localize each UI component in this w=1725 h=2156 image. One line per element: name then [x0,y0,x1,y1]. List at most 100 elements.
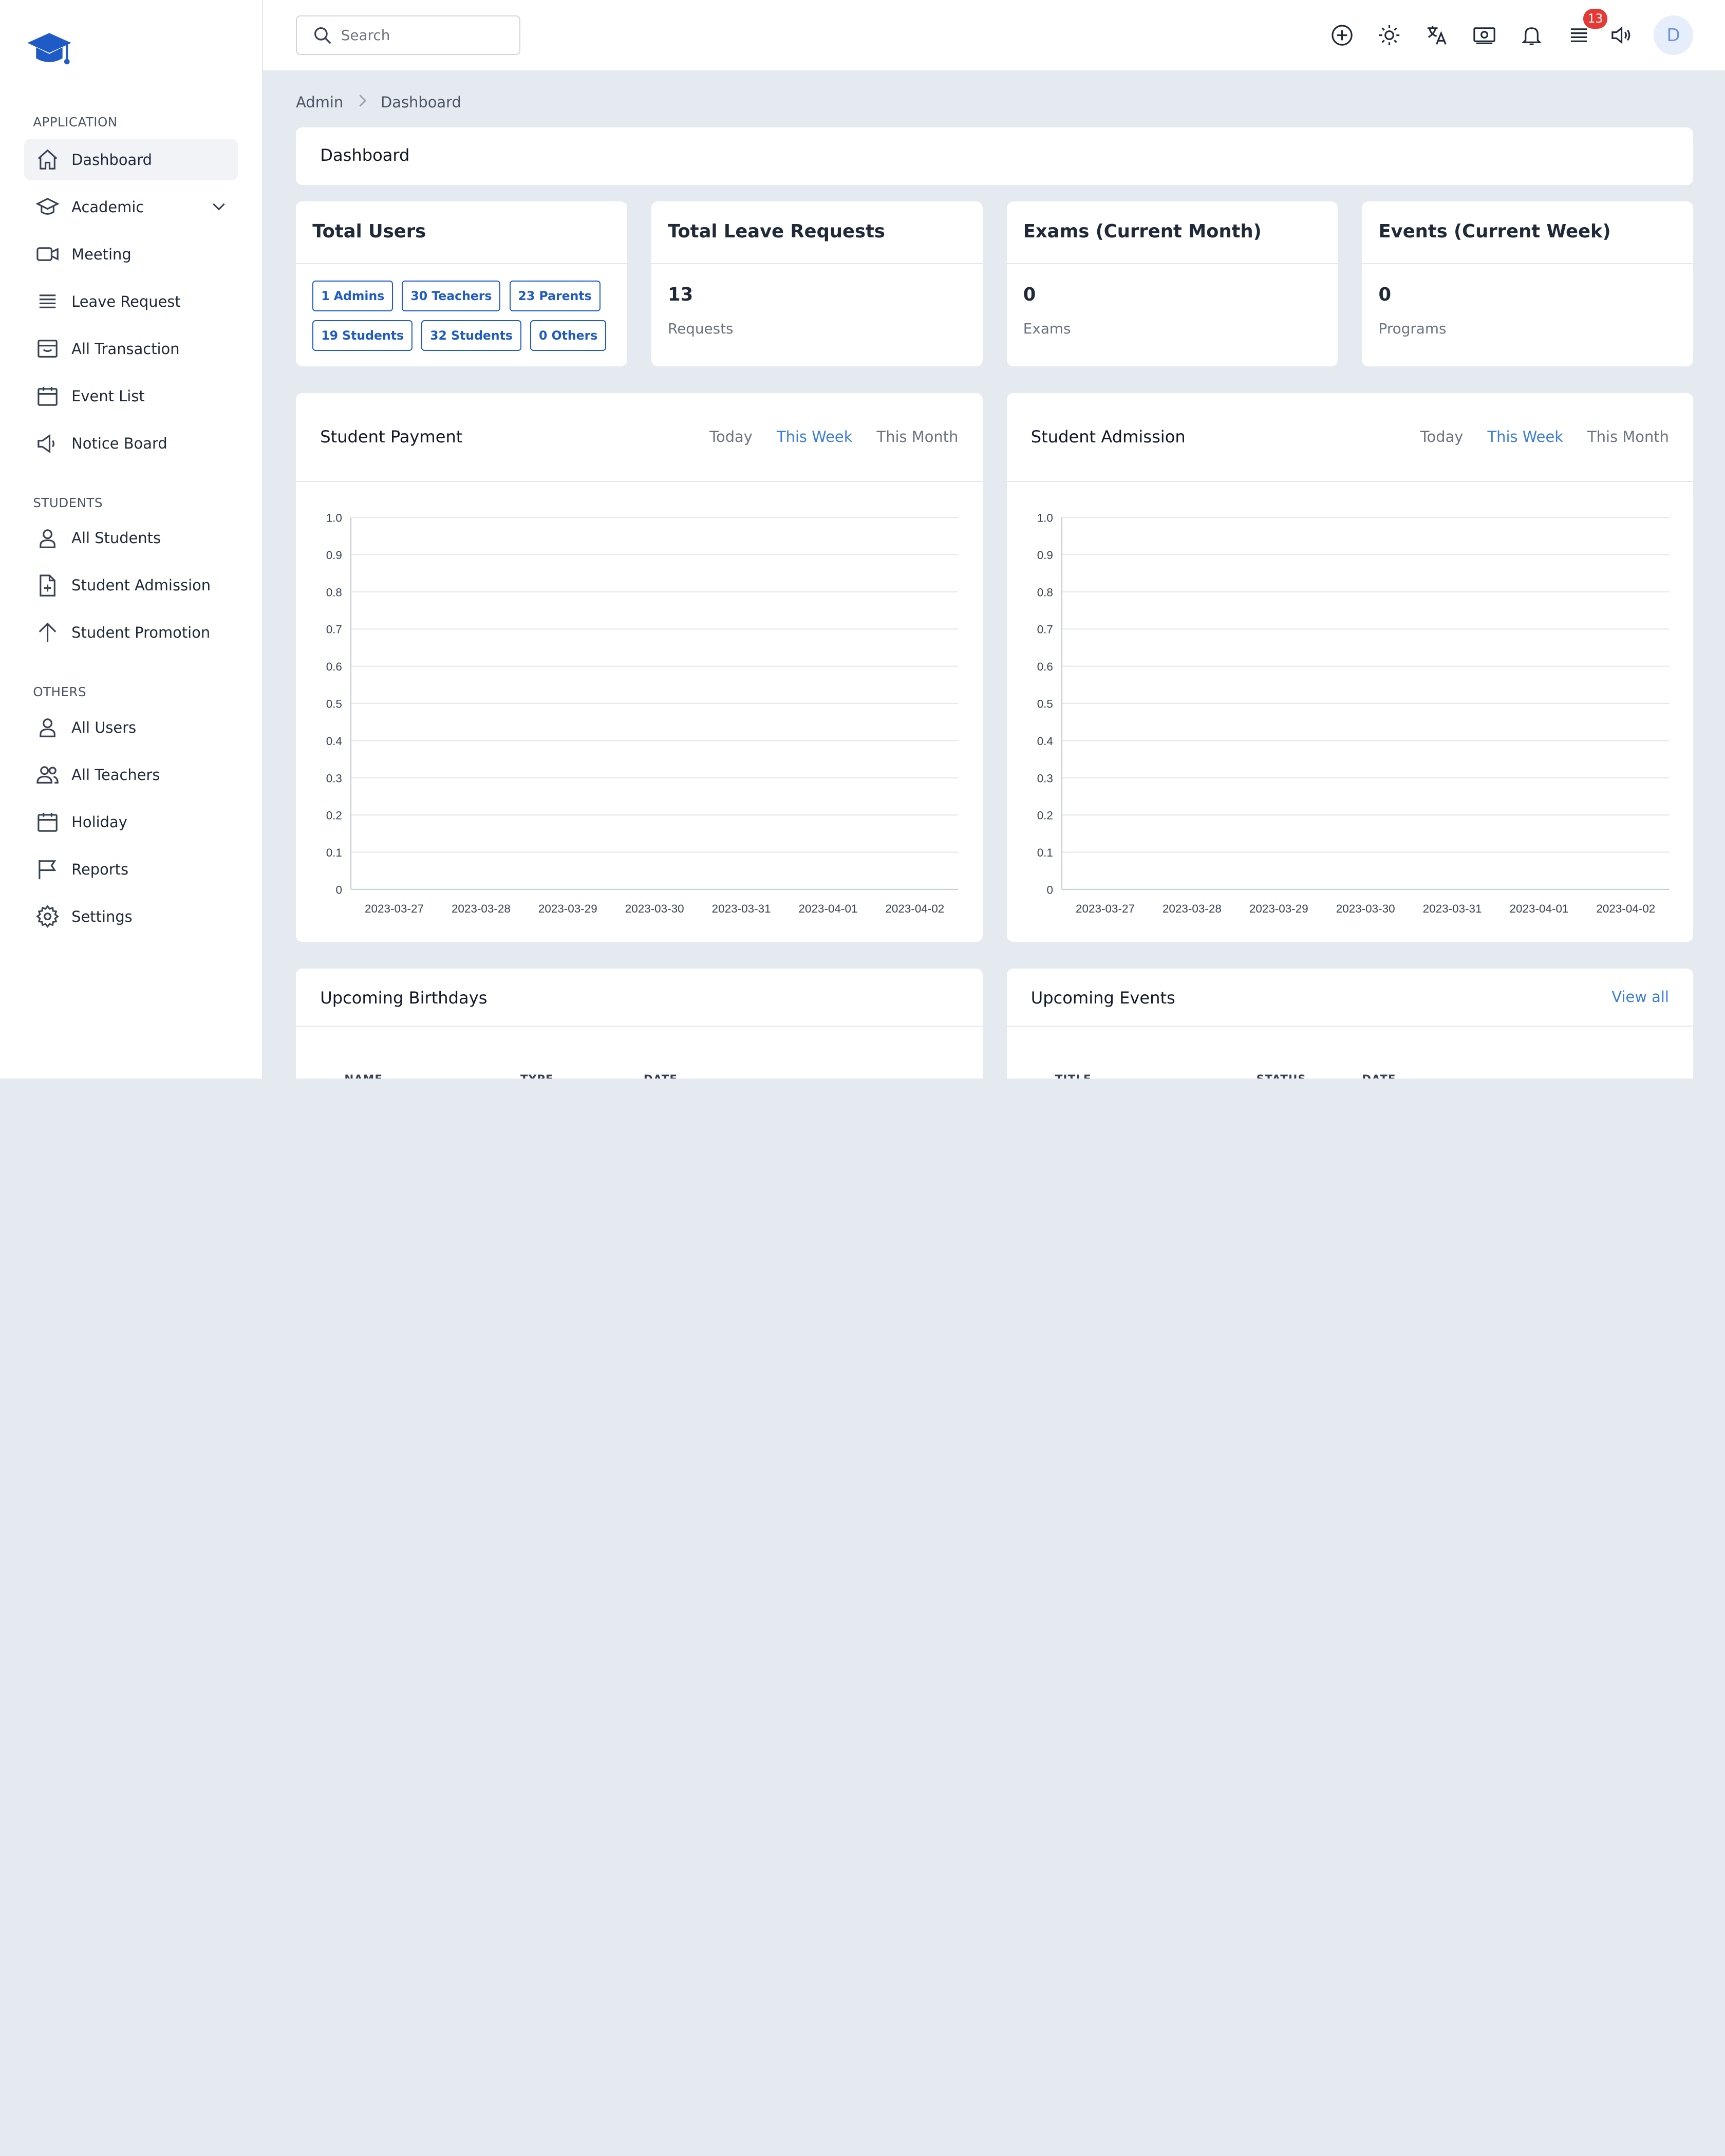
x-tick-label: 2023-03-29 [1249,902,1308,915]
stat-card-events: Events (Current Week) 0 Programs [1362,201,1694,367]
y-tick-label: 0.1 [326,846,342,859]
y-tick-label: 1.0 [1037,511,1053,524]
divider [296,1026,983,1027]
section-title-application: APPLICATION [33,114,118,129]
search-box [296,15,521,55]
sidebar-item-all-users[interactable]: All Users [24,707,237,748]
user-icon [35,715,60,739]
graduation-cap-logo-icon[interactable] [26,31,72,75]
upcoming-events-card: Upcoming Events View all TITLE STATUS DA… [1006,968,1694,1079]
list-icon [35,289,60,313]
avatar[interactable]: D [1653,15,1694,55]
breadcrumb: Admin Dashboard [296,94,461,111]
stat-caption: Programs [1378,320,1447,338]
sidebar-item-settings[interactable]: Settings [24,896,237,937]
y-tick-label: 0.6 [1037,660,1053,673]
section-title-students: STUDENTS [33,495,103,510]
home-icon [35,147,60,172]
bell-icon[interactable] [1518,22,1545,48]
user-icon [35,526,60,550]
y-tick-label: 0.3 [326,772,342,785]
x-tick-label: 2023-03-29 [538,902,597,915]
upcoming-birthdays-card: Upcoming Birthdays NAME TYPE DATE [296,968,983,1079]
video-icon [35,242,60,266]
sidebar-item-label: Reports [71,860,129,878]
sidebar-item-notice-board[interactable]: Notice Board [24,422,237,464]
notification-badge: 13 [1583,9,1607,29]
admission-chart: 0 0.1 0.2 0.3 0.4 0.5 0.6 0.7 0.8 0.9 1.0 2023-03-2… [1037,511,1669,915]
sidebar-item-all-transaction[interactable]: All Transaction [24,328,237,369]
view-all-link[interactable]: View all [1611,988,1669,1006]
page-header-card: Dashboard [296,127,1694,185]
sidebar-item-holiday[interactable]: Holiday [24,801,237,843]
sidebar-item-label: Notice Board [71,435,167,453]
x-tick-label: 2023-03-27 [1076,902,1135,915]
sidebar: APPLICATION STUDENTS OTHERS Dashboard Ac… [0,0,263,1079]
section-title-others: OTHERS [33,684,86,700]
y-tick-label: 0.8 [1037,586,1053,599]
sidebar-item-dashboard[interactable]: Dashboard [24,138,238,181]
app: APPLICATION STUDENTS OTHERS Dashboard Ac… [0,0,1725,1079]
graduation-cap-icon [35,195,60,219]
y-tick-label: 0.9 [326,549,342,562]
column-header-name: NAME [344,1073,383,1079]
x-tick-label: 2023-04-01 [1509,902,1568,915]
cash-icon[interactable] [1471,22,1497,48]
chevron-right-icon [357,94,367,111]
stat-title: Total Leave Requests [668,221,885,243]
sidebar-item-label: All Students [71,529,161,547]
sun-icon[interactable] [1376,22,1402,48]
sidebar-item-reports[interactable]: Reports [24,848,237,890]
sidebar-item-student-promotion[interactable]: Student Promotion [24,612,237,654]
flag-icon [35,857,60,881]
x-tick-label: 2023-03-28 [452,902,511,915]
sidebar-item-event-list[interactable]: Event List [24,375,237,417]
y-tick-label: 0.3 [1037,772,1053,785]
chart-card-student-payment: Student Payment Today This Week This Mon… [296,393,983,942]
sidebar-item-label: Student Promotion [71,624,211,642]
x-tick-label: 2023-03-30 [1336,902,1395,915]
y-tick-label: 0.8 [326,586,342,599]
sidebar-item-meeting[interactable]: Meeting [24,233,237,275]
sidebar-item-student-admission[interactable]: Student Admission [24,565,237,606]
gear-icon [35,904,60,928]
search-input[interactable] [341,27,506,44]
column-header-title: TITLE [1055,1073,1092,1079]
column-header-type: TYPE [520,1073,554,1079]
divider [1362,263,1694,264]
divider [1006,263,1338,264]
stat-title: Total Users [312,221,426,243]
y-tick-label: 0.6 [326,660,342,673]
sidebar-item-all-teachers[interactable]: All Teachers [24,754,237,795]
add-circle-icon[interactable] [1329,22,1355,48]
chip-students-2[interactable]: 32 Students [421,320,521,351]
sidebar-item-all-students[interactable]: All Students [24,517,237,559]
breadcrumb-root[interactable]: Admin [296,94,343,111]
column-header-date: DATE [644,1073,678,1079]
chip-others[interactable]: 0 Others [530,320,607,351]
x-tick-label: 2023-04-02 [1596,902,1655,915]
top-header: 13 D [262,0,1725,71]
speaker-icon[interactable] [1608,22,1635,48]
file-plus-icon [35,573,60,598]
chip-teachers[interactable]: 30 Teachers [402,281,501,312]
sidebar-item-label: All Users [71,718,137,736]
sidebar-item-label: Settings [71,908,133,926]
x-tick-label: 2023-03-31 [712,902,771,915]
stat-value: 0 [1023,284,1036,305]
translate-icon[interactable] [1423,22,1450,48]
sidebar-item-label: Leave Request [71,292,181,310]
sidebar-item-label: All Teachers [71,766,160,784]
chip-students[interactable]: 19 Students [312,320,413,351]
sidebar-item-academic[interactable]: Academic [24,186,237,228]
stat-value: 0 [1378,284,1392,305]
chip-admins[interactable]: 1 Admins [312,281,393,312]
user-chips: 1 Admins 30 Teachers 23 Parents 19 Stude… [312,281,621,351]
sidebar-item-label: Holiday [71,813,127,831]
chip-parents[interactable]: 23 Parents [509,281,601,312]
stat-caption: Exams [1023,320,1071,338]
sidebar-item-label: Meeting [71,245,132,263]
payment-chart: 0 0.1 0.2 0.3 0.4 0.5 0.6 0.7 0.8 0.9 1.0 2023-03-2… [326,511,959,915]
chevron-down-icon[interactable] [211,198,227,218]
sidebar-item-leave-request[interactable]: Leave Request [24,281,237,322]
